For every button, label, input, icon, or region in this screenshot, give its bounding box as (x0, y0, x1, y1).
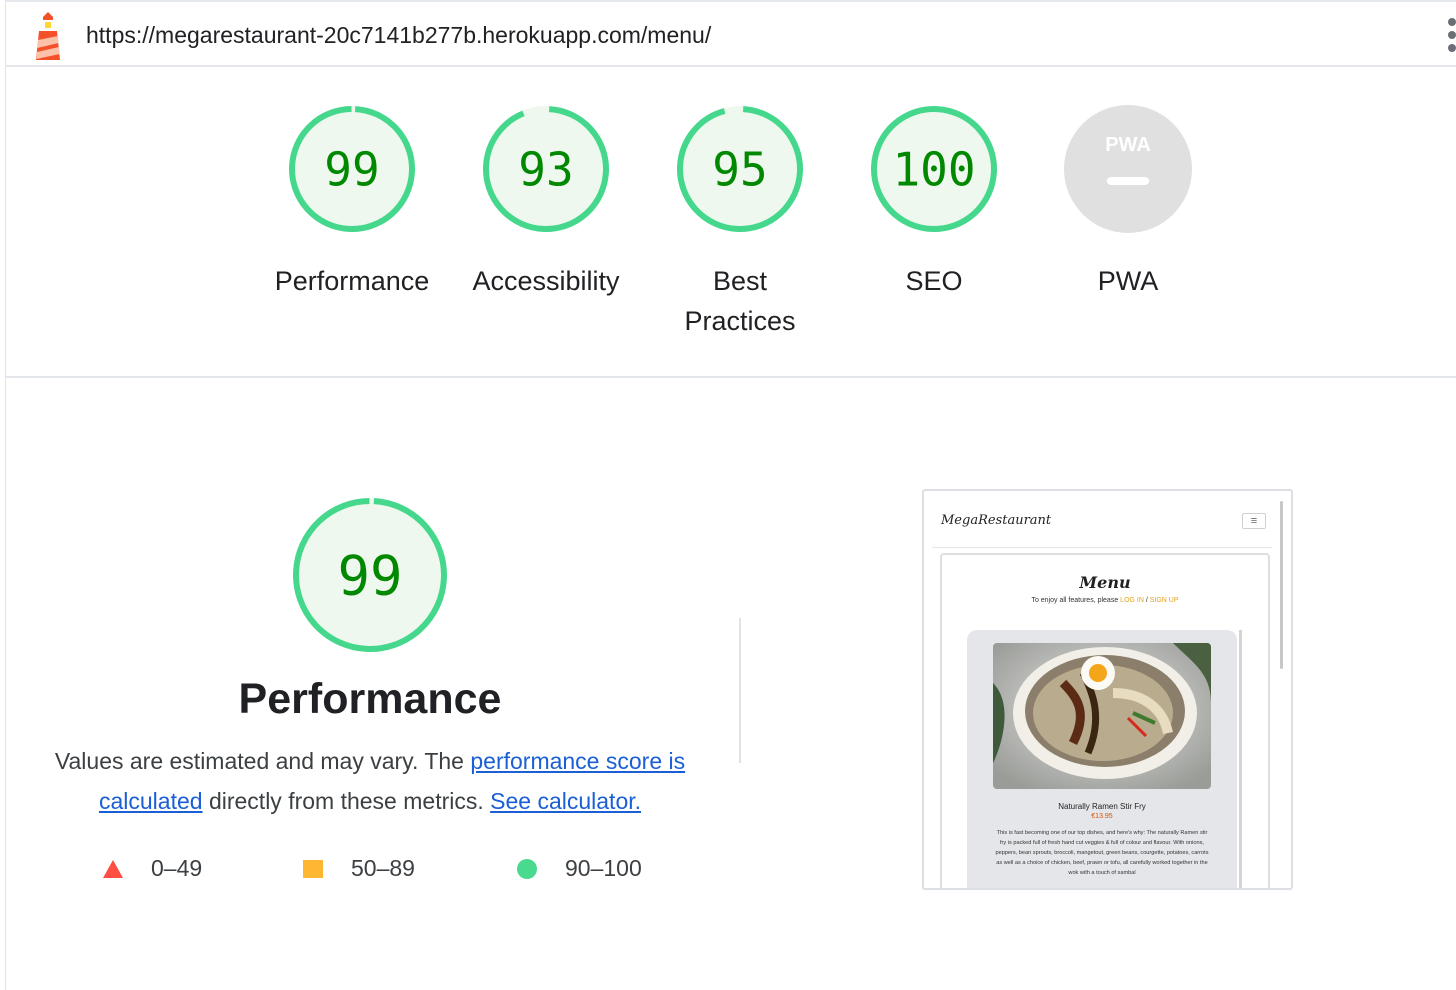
menu-heading: Menu (1079, 573, 1131, 592)
performance-big-value: 99 (337, 544, 402, 607)
dish-card: Naturally Ramen Stir Fry €13.95 This is … (967, 630, 1237, 888)
performance-description: Values are estimated and may vary. The p… (40, 741, 700, 821)
seo-label: SEO (839, 261, 1029, 301)
accessibility-value: 93 (518, 143, 573, 197)
desc-prefix: Values are estimated and may vary. The (54, 748, 471, 774)
see-calculator-link[interactable]: See calculator. (490, 788, 641, 814)
green-circle-icon (517, 858, 537, 879)
dish-photo (993, 643, 1211, 789)
best-practices-gauge: 95 (677, 106, 803, 232)
desc-middle: directly from these metrics. (202, 788, 491, 814)
pwa-dash-icon (1107, 177, 1149, 185)
pwa-label-line: PWA (1097, 266, 1159, 296)
site-brand: MegaRestaurant (941, 513, 1052, 528)
best-practices-label-line: Practices (684, 306, 796, 336)
performance-value: 99 (324, 143, 379, 197)
login-link: LOG IN (1120, 597, 1144, 604)
performance-label-line: Performance (274, 266, 430, 296)
accessibility-label: Accessibility (451, 261, 641, 301)
category-seo[interactable]: 100 SEO (839, 103, 1029, 301)
seo-gauge: 100 (871, 106, 997, 232)
orange-square-icon (303, 859, 323, 878)
dish-description: This is fast becoming one of our top dis… (995, 830, 1209, 876)
dish-price: €13.95 (1091, 813, 1113, 820)
legend-pass: 90–100 (517, 855, 642, 882)
seo-label-line: SEO (905, 266, 963, 296)
pwa-badge-icon (1064, 105, 1192, 233)
red-triangle-icon (103, 859, 123, 878)
vertical-separator (739, 618, 741, 763)
screenshot-scrollbar (1280, 501, 1283, 669)
category-performance[interactable]: 99 Performance (257, 103, 447, 301)
best-practices-value: 95 (712, 143, 767, 197)
nav-divider (932, 547, 1272, 548)
performance-gauge: 99 (289, 106, 415, 232)
final-screenshot[interactable]: MegaRestaurant ≡ Menu To enjoy all featu… (922, 489, 1293, 890)
performance-title: Performance (238, 675, 502, 723)
legend-average: 50–89 (303, 855, 415, 882)
performance-gauge: 99 (293, 498, 447, 652)
category-accessibility[interactable]: 93 Accessibility (451, 103, 641, 301)
pwa-gauge: PWA (1064, 105, 1192, 233)
best-practices-label: Best Practices (645, 261, 835, 341)
score-legend: 0–49 50–89 90–100 (40, 855, 700, 895)
category-best-practices[interactable]: 95 Best Practices (645, 103, 835, 341)
dish-scrollbar (1239, 630, 1242, 888)
seo-value: 100 (892, 143, 975, 197)
section-divider (6, 376, 1456, 378)
accessibility-label-line: Accessibility (472, 266, 620, 296)
legend-average-range: 50–89 (351, 855, 415, 881)
category-gauges: 99 Performance 93 Accessibility 95 Best Practi… (0, 0, 1456, 376)
legend-fail: 0–49 (103, 855, 202, 882)
dish-name: Naturally Ramen Stir Fry (1058, 802, 1146, 811)
hamburger-icon: ≡ (1242, 513, 1266, 529)
best-practices-label-line: Best (712, 266, 768, 296)
pwa-label: PWA (1033, 261, 1223, 301)
signup-link: SIGN UP (1149, 597, 1179, 604)
legend-pass-range: 90–100 (565, 855, 642, 881)
menu-card: Menu To enjoy all features, please LOG I… (940, 553, 1270, 888)
pwa-badge-text: PWA (1105, 134, 1151, 156)
category-pwa[interactable]: PWA PWA (1033, 103, 1223, 301)
performance-label: Performance (257, 261, 447, 301)
login-prompt: To enjoy all features, please LOG IN / S… (942, 597, 1268, 604)
accessibility-gauge: 93 (483, 106, 609, 232)
login-prompt-text: To enjoy all features, please (1031, 597, 1121, 604)
legend-fail-range: 0–49 (151, 855, 203, 881)
